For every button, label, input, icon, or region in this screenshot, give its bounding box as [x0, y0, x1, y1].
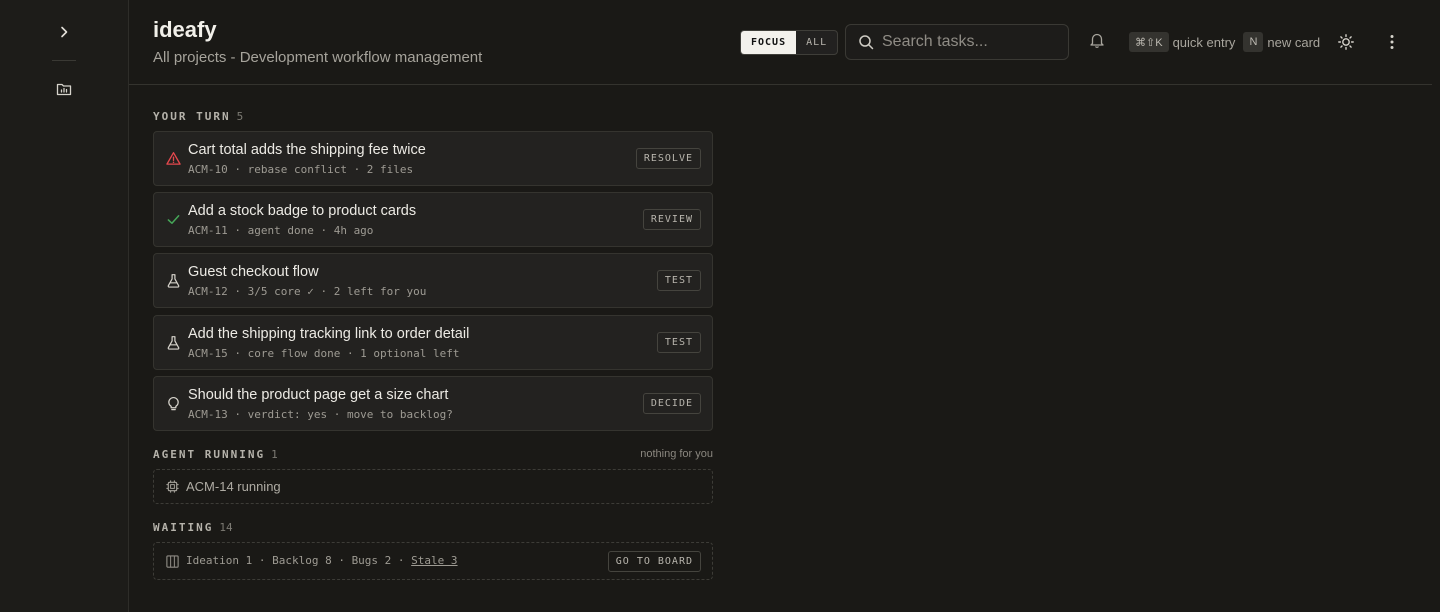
waiting-summary: Ideation 1 · Backlog 8 · Bugs 2 · Stale … — [153, 542, 713, 580]
sun-icon — [1338, 34, 1354, 50]
page-title: ideafy — [153, 17, 217, 42]
section-count: 14 — [219, 521, 233, 534]
test-button[interactable]: TEST — [656, 332, 701, 353]
resolve-button[interactable]: RESOLVE — [635, 148, 701, 169]
more-vertical-icon — [1390, 35, 1394, 49]
focus-toggle-button[interactable]: FOCUS — [741, 31, 797, 54]
new-card-key: N — [1243, 32, 1264, 52]
section-count: 1 — [271, 448, 278, 461]
task-card[interactable]: Add the shipping tracking link to order … — [153, 315, 713, 370]
lightbulb-icon — [165, 395, 181, 411]
quick-entry-key: ⌘⇧K — [1129, 32, 1169, 52]
cpu-chip-icon — [165, 479, 180, 499]
task-title: Should the product page get a size chart — [188, 387, 449, 403]
keyboard-shortcuts: ⌘⇧K quick entry N new card — [1129, 32, 1320, 52]
section-label: WAITING — [153, 521, 214, 534]
task-title: Cart total adds the shipping fee twice — [188, 142, 426, 158]
agent-running-heading: AGENT RUNNING 1 — [153, 448, 278, 461]
section-count: 5 — [236, 110, 244, 123]
test-button[interactable]: TEST — [656, 270, 701, 291]
check-icon — [165, 211, 181, 227]
view-mode-toggle: FOCUS ALL — [740, 30, 839, 55]
sidebar-divider — [52, 60, 76, 61]
task-title: Add the shipping tracking link to order … — [188, 326, 470, 342]
warning-triangle-icon — [165, 150, 181, 166]
page-subtitle: All projects - Development workflow mana… — [153, 49, 483, 66]
agent-running-note: nothing for you — [640, 448, 713, 460]
go-to-board-button[interactable]: GO TO BOARD — [607, 551, 701, 572]
task-title: Guest checkout flow — [188, 264, 319, 280]
task-meta: ACM-10 · rebase conflict · 2 files — [188, 163, 414, 176]
task-title: Add a stock badge to product cards — [188, 203, 417, 219]
flask-icon — [165, 334, 181, 350]
task-card[interactable]: Cart total adds the shipping fee twice A… — [153, 131, 713, 186]
flask-icon — [165, 272, 181, 288]
notifications-button[interactable] — [1088, 31, 1106, 54]
waiting-counts: Ideation 1 · Backlog 8 · Bugs 2 · Stale … — [186, 554, 458, 567]
search-input[interactable] — [882, 33, 1052, 51]
task-card[interactable]: Add a stock badge to product cards ACM-1… — [153, 192, 713, 247]
all-toggle-button[interactable]: ALL — [796, 31, 837, 54]
your-turn-heading: YOUR TURN 5 — [153, 110, 243, 123]
decide-button[interactable]: DECIDE — [642, 393, 701, 414]
sidebar — [0, 0, 129, 612]
task-meta: ACM-13 · verdict: yes · move to backlog? — [188, 408, 453, 421]
task-meta: ACM-15 · core flow done · 1 optional lef… — [188, 347, 460, 360]
agent-running-item[interactable]: ACM-14 running — [153, 469, 713, 504]
theme-toggle-button[interactable] — [1337, 33, 1355, 56]
task-card[interactable]: Should the product page get a size chart… — [153, 376, 713, 431]
review-button[interactable]: REVIEW — [642, 209, 701, 230]
task-card[interactable]: Guest checkout flow ACM-12 · 3/5 core ✓ … — [153, 253, 713, 308]
search-icon — [859, 35, 874, 50]
folder-chart-icon — [56, 83, 72, 96]
projects-button[interactable] — [49, 74, 79, 104]
agent-running-label: ACM-14 running — [186, 479, 281, 494]
board-columns-icon — [165, 554, 180, 574]
task-meta: ACM-11 · agent done · 4h ago — [188, 224, 374, 237]
stale-link[interactable]: Stale 3 — [411, 554, 457, 567]
expand-sidebar-button[interactable] — [49, 17, 79, 47]
section-label: AGENT RUNNING — [153, 448, 266, 461]
chevron-right-icon — [61, 26, 68, 38]
section-label: YOUR TURN — [153, 110, 231, 123]
more-options-button[interactable] — [1383, 33, 1401, 56]
waiting-summary-text: Ideation 1 · Backlog 8 · Bugs 2 · — [186, 554, 412, 567]
header: ideafy All projects - Development workfl… — [129, 0, 1432, 85]
search-box — [845, 24, 1069, 60]
task-meta: ACM-12 · 3/5 core ✓ · 2 left for you — [188, 285, 427, 298]
quick-entry-label[interactable]: quick entry — [1173, 35, 1236, 50]
bell-icon — [1090, 33, 1104, 49]
waiting-heading: WAITING 14 — [153, 521, 233, 534]
new-card-label[interactable]: new card — [1267, 35, 1320, 50]
